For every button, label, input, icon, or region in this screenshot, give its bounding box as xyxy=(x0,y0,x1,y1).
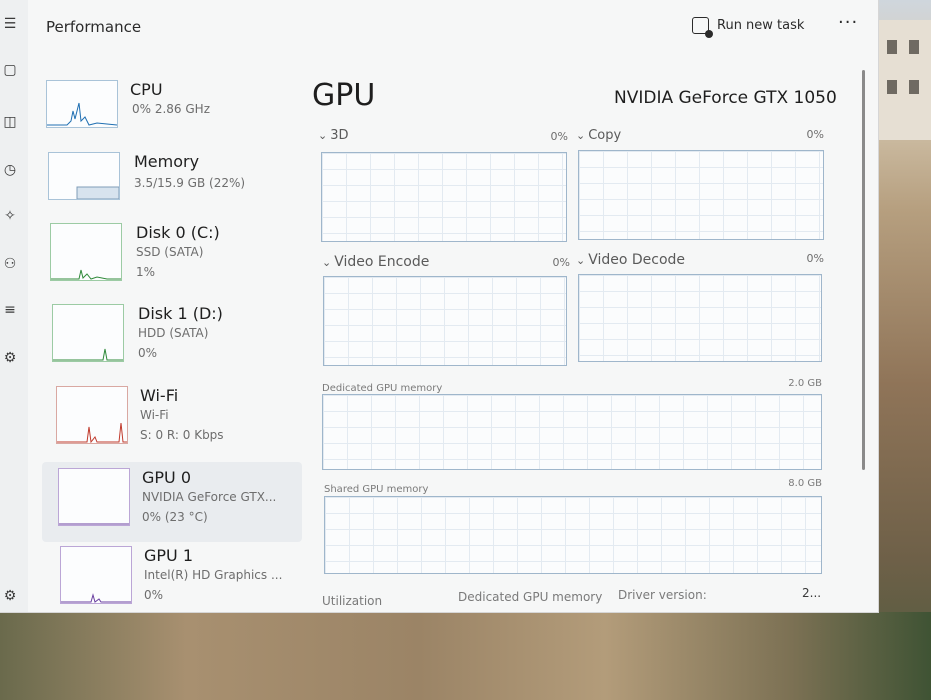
nav-rail: ☰ ▢ ◫ ◷ ✧ ⚇ ≡ ⚙ ⚙ xyxy=(0,0,28,612)
device-list: CPU 0% 2.86 GHz Memory 3.5/15.9 GB (22%)… xyxy=(28,60,308,612)
engine-selector-3d[interactable]: ⌄ 3D xyxy=(318,128,349,143)
graph-video-encode xyxy=(323,276,567,366)
gpu1-thumbnail-graph xyxy=(60,546,132,604)
device-item-wifi[interactable]: Wi-Fi Wi-Fi S: 0 R: 0 Kbps xyxy=(28,386,308,456)
device-item-memory[interactable]: Memory 3.5/15.9 GB (22%) xyxy=(28,152,308,222)
device-name: Disk 1 (D:) xyxy=(138,304,223,323)
services-icon[interactable]: ⚙ xyxy=(0,348,20,368)
gpu-heading: GPU xyxy=(312,78,376,113)
device-status: S: 0 R: 0 Kbps xyxy=(140,428,224,442)
graph-video-decode xyxy=(578,274,822,362)
dedicated-memory-stat-label: Dedicated GPU memory xyxy=(458,590,603,604)
device-name: GPU 0 xyxy=(142,468,192,487)
graph-dedicated-memory xyxy=(322,394,822,470)
page-title: Performance xyxy=(46,18,142,36)
engine-label: Video Decode xyxy=(588,252,686,268)
wallpaper-building xyxy=(878,20,931,140)
engine-label: 3D xyxy=(330,128,349,143)
menu-icon[interactable]: ☰ xyxy=(0,14,20,34)
wifi-thumbnail-graph xyxy=(56,386,128,444)
users-icon[interactable]: ⚇ xyxy=(0,254,20,274)
desktop-wallpaper-bottom xyxy=(0,612,931,700)
task-manager-window: ☰ ▢ ◫ ◷ ✧ ⚇ ≡ ⚙ ⚙ Performance Run new ta… xyxy=(0,0,879,613)
device-item-gpu-1[interactable]: GPU 1 Intel(R) HD Graphics ... 0% xyxy=(28,546,308,612)
graph-shared-memory xyxy=(324,496,822,574)
device-status: 0% (23 °C) xyxy=(142,510,208,524)
cpu-thumbnail-graph xyxy=(46,80,118,128)
performance-icon[interactable]: ◫ xyxy=(0,112,20,132)
device-status: 1% xyxy=(136,265,156,279)
chevron-down-icon: ⌄ xyxy=(318,129,328,142)
device-item-disk-1[interactable]: Disk 1 (D:) HDD (SATA) 0% xyxy=(28,304,308,374)
engine-percent: 0% xyxy=(806,252,824,265)
disk1-thumbnail-graph xyxy=(52,304,124,362)
device-type: SSD (SATA) xyxy=(136,245,204,259)
settings-icon[interactable]: ⚙ xyxy=(0,586,20,606)
more-options-button[interactable]: ··· xyxy=(838,12,858,33)
device-name: Disk 0 (C:) xyxy=(136,223,220,242)
wifi-mini-chart xyxy=(57,422,127,443)
disk1-mini-chart xyxy=(53,348,123,361)
device-name: Memory xyxy=(134,152,200,171)
device-type: HDD (SATA) xyxy=(138,326,209,340)
memory-thumbnail-graph xyxy=(48,152,120,200)
graph-3d xyxy=(321,152,567,242)
chevron-down-icon: ⌄ xyxy=(576,254,586,267)
driver-version-label: Driver version: xyxy=(618,588,707,602)
engine-label: Video Encode xyxy=(334,254,430,270)
gpu0-mini-chart xyxy=(59,523,129,525)
run-new-task-button[interactable]: Run new task xyxy=(692,14,805,38)
gpu-model-name: NVIDIA GeForce GTX 1050 xyxy=(614,88,837,108)
memory-mini-chart xyxy=(76,186,119,199)
device-status: 0% xyxy=(138,346,158,360)
run-task-icon xyxy=(692,16,713,38)
chevron-down-icon: ⌄ xyxy=(322,256,332,269)
graph-copy xyxy=(578,150,824,240)
engine-percent: 0% xyxy=(550,130,568,143)
engine-label: Copy xyxy=(588,128,622,143)
dedicated-memory-label: Dedicated GPU memory xyxy=(322,383,443,394)
processes-icon[interactable]: ▢ xyxy=(0,60,20,80)
device-status: 3.5/15.9 GB (22%) xyxy=(134,176,246,190)
cpu-mini-chart xyxy=(47,102,117,126)
device-model: NVIDIA GeForce GTX... xyxy=(142,490,277,504)
device-name: Wi-Fi xyxy=(140,386,179,405)
device-item-cpu[interactable]: CPU 0% 2.86 GHz xyxy=(28,78,308,148)
shared-memory-label: Shared GPU memory xyxy=(324,484,429,495)
device-name: GPU 1 xyxy=(144,546,194,565)
device-name: CPU xyxy=(130,80,163,99)
engine-selector-video-encode[interactable]: ⌄ Video Encode xyxy=(322,254,429,270)
device-status: 0% 2.86 GHz xyxy=(132,102,211,116)
device-model: Intel(R) HD Graphics ... xyxy=(144,568,283,582)
gpu1-mini-chart xyxy=(61,593,131,603)
engine-selector-copy[interactable]: ⌄ Copy xyxy=(576,128,621,143)
utilization-label: Utilization xyxy=(322,594,383,608)
shared-memory-max: 8.0 GB xyxy=(788,478,822,489)
device-item-disk-0[interactable]: Disk 0 (C:) SSD (SATA) 1% xyxy=(28,223,308,293)
driver-version-value: 2... xyxy=(802,586,822,600)
run-new-task-label: Run new task xyxy=(717,17,805,33)
startup-apps-icon[interactable]: ✧ xyxy=(0,206,20,226)
engine-selector-video-decode[interactable]: ⌄ Video Decode xyxy=(576,252,685,268)
device-type: Wi-Fi xyxy=(140,408,169,422)
engine-percent: 0% xyxy=(806,128,824,141)
chevron-down-icon: ⌄ xyxy=(576,129,586,142)
vertical-scrollbar[interactable] xyxy=(862,70,865,470)
app-history-icon[interactable]: ◷ xyxy=(0,160,20,180)
disk0-thumbnail-graph xyxy=(50,223,122,281)
details-icon[interactable]: ≡ xyxy=(0,300,20,320)
gpu0-thumbnail-graph xyxy=(58,468,130,526)
dedicated-memory-max: 2.0 GB xyxy=(788,378,822,389)
device-status: 0% xyxy=(144,588,164,602)
disk0-mini-chart xyxy=(51,269,121,280)
device-item-gpu-0[interactable]: GPU 0 NVIDIA GeForce GTX... 0% (23 °C) xyxy=(28,462,308,542)
engine-percent: 0% xyxy=(552,256,570,269)
